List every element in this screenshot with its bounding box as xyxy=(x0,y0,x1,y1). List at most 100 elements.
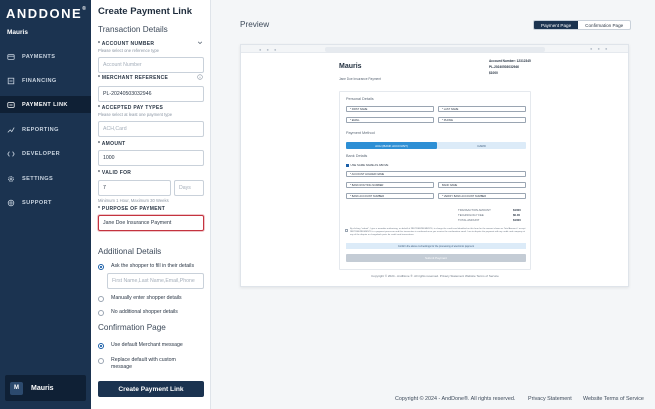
purpose-label: * PURPOSE OF PAYMENT xyxy=(98,206,166,212)
chevron-down-icon[interactable] xyxy=(197,40,203,46)
valid-for-unit-select[interactable]: Days xyxy=(174,180,204,196)
confirmation-page-heading: Confirmation Page xyxy=(98,323,166,332)
user-name: Mauris xyxy=(31,384,54,392)
support-icon xyxy=(7,199,15,206)
window-controls: ● ● ● xyxy=(259,47,279,52)
url-bar xyxy=(325,46,545,52)
purpose-of-payment-input[interactable]: Jane Doe Insurance Payment xyxy=(98,215,204,231)
preview-footer: Copyright © 2024 - AndDone ®. All rights… xyxy=(371,274,499,278)
preview-summary-value: $1000 xyxy=(513,208,521,212)
preview-tab-card: CARD xyxy=(437,142,526,149)
preview-summary-label: TECHNOLOGY FEE xyxy=(458,213,484,217)
accepted-pay-types-select[interactable]: ACH,Card xyxy=(98,121,204,137)
preview-amount: $1000 xyxy=(489,71,498,75)
preview-confirm-note: Confirm the above 4-checkings for the pr… xyxy=(346,243,526,249)
preview-bank-name: BANK NAME xyxy=(438,182,526,188)
preview-payment-method-heading: Payment Method xyxy=(346,131,375,135)
preview-routing: * BANK ROUTING NUMBER xyxy=(346,182,434,188)
merchant-reference-label: * MERCHANT REFERENCE xyxy=(98,75,169,81)
additional-details-heading: Additional Details xyxy=(98,247,162,256)
preview-summary-label: TRANSACTION AMOUNT xyxy=(458,208,491,212)
payments-icon xyxy=(7,53,15,60)
user-menu[interactable]: M Mauris xyxy=(5,375,86,401)
page-title: Create Payment Link xyxy=(98,6,192,17)
preview-submit-button: Submit Payment xyxy=(346,254,526,262)
preview-first-name: * FIRST NAME xyxy=(346,106,434,112)
radio-manual-details[interactable]: Manually enter shopper details xyxy=(98,295,206,302)
radio-dot xyxy=(98,357,104,364)
amount-label: * AMOUNT xyxy=(98,141,126,147)
footer-terms-link[interactable]: Website Terms of Service xyxy=(583,396,644,402)
radio-ask-shopper[interactable]: Ask the shopper to fill in their details xyxy=(98,263,206,270)
radio-custom-message[interactable]: Replace default with custom message xyxy=(98,357,198,371)
radio-dot xyxy=(98,295,104,302)
browser-bar: ● ● ● ● ● ● xyxy=(241,45,628,53)
preview-summary-value: $1000 xyxy=(513,218,521,222)
sidebar-item-payments[interactable]: PAYMENTS xyxy=(0,48,91,65)
payment-link-form: Create Payment Link Transaction Details … xyxy=(91,0,211,409)
create-payment-link-button[interactable]: Create Payment Link xyxy=(98,381,204,397)
sidebar: ANDDONE® Mauris PAYMENTS FINANCING PAYME… xyxy=(0,0,91,409)
sidebar-item-financing[interactable]: FINANCING xyxy=(0,72,91,89)
radio-dot xyxy=(98,309,104,316)
preview-company: Mauris xyxy=(339,63,362,70)
org-name: Mauris xyxy=(7,29,28,36)
payment-link-icon xyxy=(7,101,15,108)
developer-icon xyxy=(7,150,15,157)
account-number-label: * ACCOUNT NUMBER xyxy=(98,41,155,47)
sidebar-item-settings[interactable]: SETTINGS xyxy=(0,170,91,187)
preview-terms-checkbox xyxy=(345,229,348,232)
transaction-details-heading: Transaction Details xyxy=(98,25,168,34)
accepted-pay-types-help: Please select at least one payment type xyxy=(98,112,173,117)
footer-copyright: Copyright © 2024 - AndDone®. All rights … xyxy=(395,396,516,402)
radio-default-message[interactable]: Use default Merchant message xyxy=(98,342,206,349)
preview-verify-account: * VERIFY BANK ACCOUNT NUMBER xyxy=(438,193,526,199)
preview-account: Account Number: 12312345 xyxy=(489,59,531,63)
preview-terms-text: By clicking "submit", I give a mandate a… xyxy=(350,228,526,236)
radio-no-details[interactable]: No additional shopper details xyxy=(98,309,206,316)
preview-tab-ach: ACH (BANK ACCOUNT) xyxy=(346,142,437,149)
anddone-logo[interactable]: ANDDONE® xyxy=(6,6,86,21)
tab-confirmation-page[interactable]: Confirmation Page xyxy=(578,21,630,29)
checkbox xyxy=(346,163,349,167)
tab-payment-page[interactable]: Payment Page xyxy=(534,21,579,29)
radio-dot xyxy=(98,342,104,349)
merchant-reference-input[interactable]: PL-20240503032946 xyxy=(98,86,204,102)
sidebar-item-payment-link[interactable]: PAYMENT LINK xyxy=(0,96,91,113)
preview-subtitle: Jane Doe Insurance Payment xyxy=(339,77,381,81)
sidebar-item-reporting[interactable]: REPORTING xyxy=(0,121,91,138)
avatar: M xyxy=(10,381,23,395)
preview-payment-card: Personal Details * FIRST NAME * LAST NAM… xyxy=(339,91,531,270)
preview-reference: PL-20240503032946 xyxy=(489,65,519,69)
shopper-fields-input[interactable]: First Name,Last Name,Email,Phone xyxy=(107,273,204,289)
preview-phone: * PHONE xyxy=(438,117,526,123)
browser-actions: ● ● ● xyxy=(590,46,610,51)
gear-icon xyxy=(8,175,14,182)
preview-account-number: * BANK ACCOUNT NUMBER xyxy=(346,193,434,199)
sidebar-item-support[interactable]: SUPPORT xyxy=(0,194,91,211)
preview-summary-value: $0.00 xyxy=(513,213,520,217)
preview-summary-label: TOTAL AMOUNT xyxy=(458,218,480,222)
accepted-pay-types-label: * ACCEPTED PAY TYPES xyxy=(98,105,164,111)
info-icon[interactable] xyxy=(197,74,203,80)
preview-toggle: Payment Page Confirmation Page xyxy=(533,20,632,30)
preview-account-holder: * ACCOUNT HOLDER NAME xyxy=(346,171,526,177)
valid-for-input[interactable]: 7 xyxy=(98,180,171,196)
preview-email: * EMAIL xyxy=(346,117,434,123)
preview-frame: ● ● ● ● ● ● Mauris Jane Doe Insurance Pa… xyxy=(240,44,629,287)
valid-for-label: * VALID FOR xyxy=(98,170,132,176)
preview-bank-heading: Bank Details xyxy=(346,154,368,158)
sidebar-item-developer[interactable]: DEVELOPER xyxy=(0,145,91,162)
preview-personal-heading: Personal Details xyxy=(346,97,374,101)
account-number-input[interactable]: Account Number xyxy=(98,57,204,73)
amount-input[interactable]: 1000 xyxy=(98,150,204,166)
preview-last-name: * LAST NAME xyxy=(438,106,526,112)
preview-heading: Preview xyxy=(240,20,270,29)
financing-icon xyxy=(7,77,15,84)
radio-dot xyxy=(98,263,104,270)
reporting-icon xyxy=(7,126,15,133)
valid-for-help: Minimum 1 Hour, Maximum 30 Weeks xyxy=(98,198,169,203)
account-number-help: Please select one reference type xyxy=(98,48,159,53)
preview-same-name-check: USE SAME NAME AS ABOVE xyxy=(346,163,388,167)
footer-privacy-link[interactable]: Privacy Statement xyxy=(528,396,572,402)
